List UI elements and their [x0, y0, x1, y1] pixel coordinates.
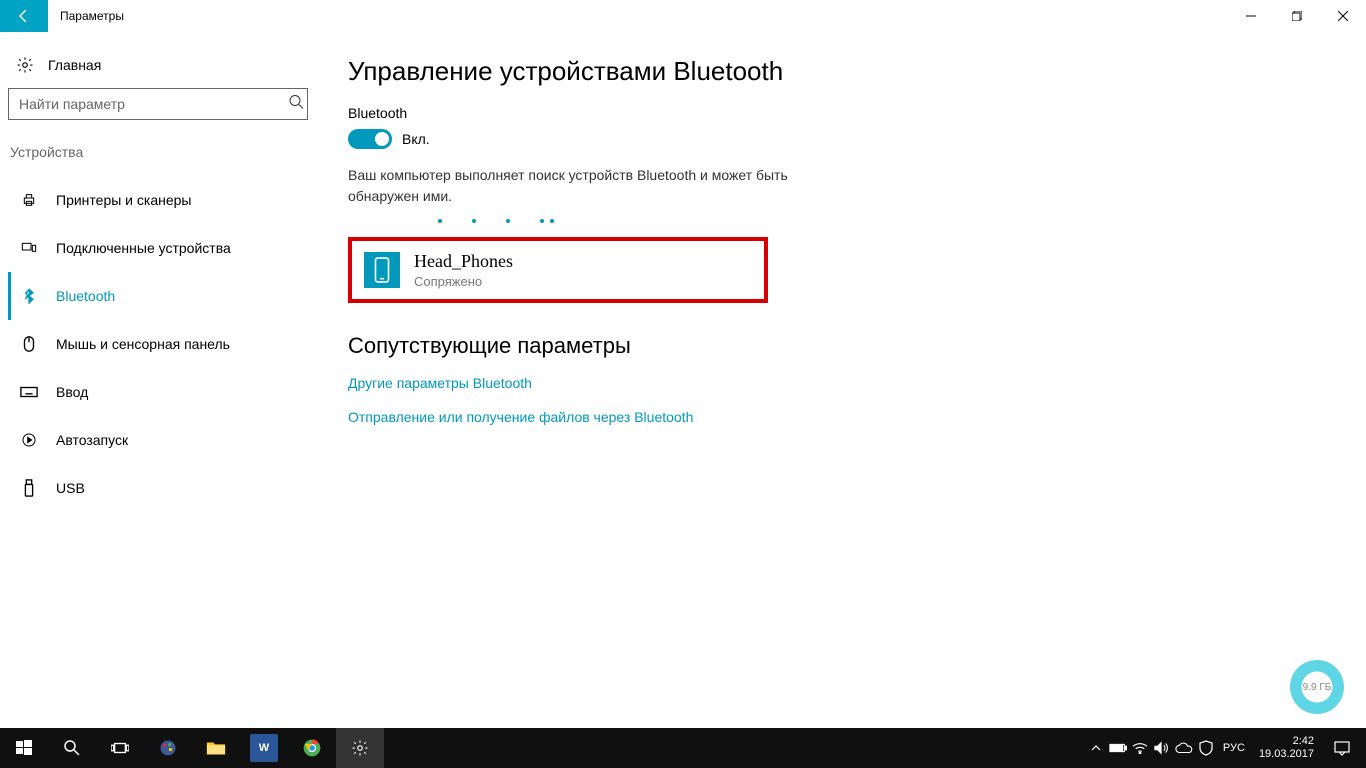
sidebar-item-label: Ввод	[56, 384, 88, 400]
paint-icon	[154, 734, 182, 762]
word-icon: W	[250, 734, 278, 762]
wifi-icon	[1132, 742, 1148, 754]
volume-icon	[1154, 741, 1170, 755]
sidebar-item-label: Bluetooth	[56, 288, 115, 304]
clock-time: 2:42	[1259, 735, 1314, 748]
back-button[interactable]	[0, 0, 48, 32]
app-paint[interactable]	[144, 728, 192, 768]
tray-wifi[interactable]	[1129, 728, 1151, 768]
gear-icon	[351, 739, 369, 757]
sidebar-item-printers[interactable]: Принтеры и сканеры	[8, 176, 312, 224]
autoplay-icon	[20, 432, 38, 448]
toggle-state: Вкл.	[402, 131, 430, 147]
app-word[interactable]: W	[240, 728, 288, 768]
chevron-up-icon	[1091, 744, 1101, 752]
tray-onedrive[interactable]	[1173, 728, 1195, 768]
battery-icon	[1109, 743, 1127, 753]
sidebar-item-mouse[interactable]: Мышь и сенсорная панель	[8, 320, 312, 368]
bluetooth-icon	[20, 288, 38, 304]
notification-icon	[1334, 740, 1350, 756]
link-send-receive-files[interactable]: Отправление или получение файлов через B…	[348, 409, 1342, 425]
minimize-button[interactable]	[1228, 0, 1274, 32]
search-icon	[288, 94, 304, 115]
tray-notifications[interactable]	[1322, 740, 1362, 756]
taskview-icon	[111, 741, 129, 755]
search-input[interactable]	[8, 88, 308, 120]
tray-clock[interactable]: 2:42 19.03.2017	[1251, 735, 1322, 761]
window-title: Параметры	[48, 9, 124, 23]
windows-icon	[16, 740, 32, 756]
searching-indicator	[438, 219, 1342, 223]
sidebar: Главная Устройства Принтеры и сканеры По…	[0, 32, 320, 728]
taskbar: W РУС 2:42 19.03.2017	[0, 728, 1366, 768]
device-name: Head_Phones	[414, 251, 513, 272]
device-status: Сопряжено	[414, 274, 513, 289]
main-content: Управление устройствами Bluetooth Blueto…	[320, 32, 1366, 728]
gear-icon	[16, 56, 34, 74]
cloud-icon	[1175, 742, 1193, 754]
taskview-button[interactable]	[96, 728, 144, 768]
home-link[interactable]: Главная	[8, 48, 312, 88]
arrow-left-icon	[16, 8, 32, 24]
maximize-button[interactable]	[1274, 0, 1320, 32]
sidebar-item-label: Подключенные устройства	[56, 240, 231, 256]
storage-widget[interactable]: 9.9 ГБ	[1290, 660, 1344, 714]
category-label: Устройства	[8, 136, 312, 170]
tray-volume[interactable]	[1151, 728, 1173, 768]
storage-text: 9.9 ГБ	[1303, 682, 1332, 693]
sidebar-item-autoplay[interactable]: Автозапуск	[8, 416, 312, 464]
device-item[interactable]: Head_Phones Сопряжено	[348, 237, 768, 303]
chrome-icon	[298, 734, 326, 762]
mouse-icon	[20, 335, 38, 353]
tray-battery[interactable]	[1107, 728, 1129, 768]
printer-icon	[20, 192, 38, 208]
devices-icon	[20, 240, 38, 256]
folder-icon	[202, 734, 230, 762]
close-icon	[1338, 11, 1348, 21]
tray-language[interactable]: РУС	[1217, 742, 1251, 754]
search-icon	[63, 739, 81, 757]
bluetooth-label: Bluetooth	[348, 105, 1342, 121]
clock-date: 19.03.2017	[1259, 748, 1314, 761]
page-title: Управление устройствами Bluetooth	[348, 56, 1342, 87]
link-more-bt-options[interactable]: Другие параметры Bluetooth	[348, 375, 1342, 391]
sidebar-item-label: Мышь и сенсорная панель	[56, 336, 230, 352]
close-button[interactable]	[1320, 0, 1366, 32]
search-wrap	[8, 88, 312, 120]
minimize-icon	[1246, 11, 1256, 21]
search-button[interactable]	[48, 728, 96, 768]
sidebar-item-connected[interactable]: Подключенные устройства	[8, 224, 312, 272]
sidebar-item-typing[interactable]: Ввод	[8, 368, 312, 416]
shield-icon	[1199, 740, 1213, 756]
maximize-icon	[1292, 11, 1302, 21]
related-title: Сопутствующие параметры	[348, 333, 1342, 359]
home-label: Главная	[48, 57, 101, 73]
start-button[interactable]	[0, 728, 48, 768]
sidebar-item-bluetooth[interactable]: Bluetooth	[8, 272, 312, 320]
app-explorer[interactable]	[192, 728, 240, 768]
tray-defender[interactable]	[1195, 728, 1217, 768]
sidebar-item-usb[interactable]: USB	[8, 464, 312, 512]
sidebar-item-label: Принтеры и сканеры	[56, 192, 191, 208]
device-phone-icon	[364, 252, 400, 288]
bluetooth-toggle[interactable]	[348, 129, 392, 149]
tray-chevron[interactable]	[1085, 728, 1107, 768]
titlebar: Параметры	[0, 0, 1366, 32]
sidebar-item-label: USB	[56, 480, 85, 496]
sidebar-item-label: Автозапуск	[56, 432, 128, 448]
keyboard-icon	[20, 386, 38, 398]
usb-icon	[20, 479, 38, 497]
app-settings[interactable]	[336, 728, 384, 768]
status-text: Ваш компьютер выполняет поиск устройств …	[348, 165, 788, 207]
app-chrome[interactable]	[288, 728, 336, 768]
